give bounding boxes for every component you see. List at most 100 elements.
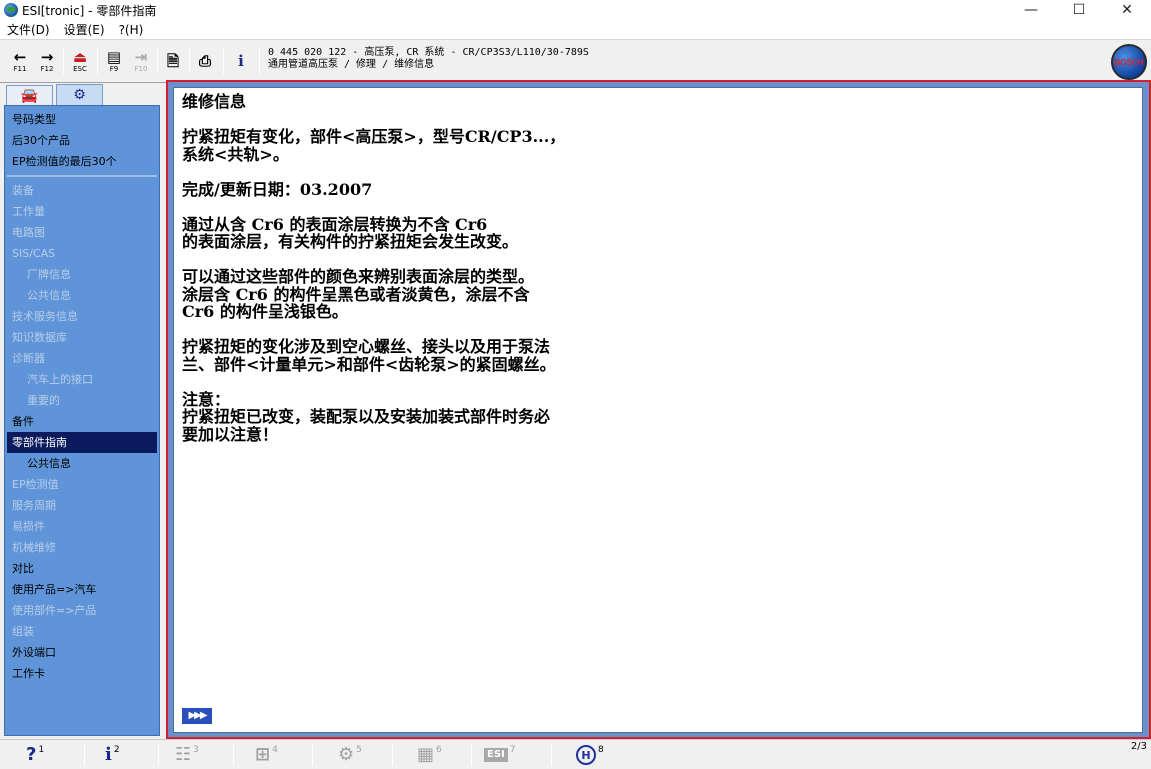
split-view-button[interactable]: ⇥ F10 — [131, 47, 151, 75]
exit-icon: ⏏ — [72, 47, 88, 66]
exit-button[interactable]: ⏏ ESC — [70, 47, 90, 75]
f3-list-button[interactable]: ☷ 3 — [175, 743, 199, 767]
paragraph: 拧紧扭矩有变化，部件<高压泵>，型号CR/CP3...， 系统<共轨>。 — [182, 127, 566, 164]
funcbar-divider — [471, 744, 472, 766]
breadcrumb: 0 445 020 122 - 高压泵, CR 系统 - CR/CP3S3/L1… — [268, 47, 589, 71]
engine-icon: ⚙ — [73, 87, 86, 103]
book-button[interactable]: ▤ F9 — [104, 47, 124, 75]
sidebar-item-service-interval[interactable]: 服务周期 — [7, 495, 157, 516]
funcbar-divider — [233, 744, 234, 766]
page-indicator: 2/3 — [1130, 741, 1147, 752]
engine-tool-icon: ⚙ — [338, 744, 355, 765]
sheet-icon: ▦ — [417, 744, 435, 765]
sidebar-divider — [7, 175, 157, 177]
f4-diagram-button[interactable]: ⊞ 4 — [255, 743, 278, 767]
breadcrumb-product: 0 445 020 122 - 高压泵, CR 系统 - CR/CP3S3/L1… — [268, 47, 589, 58]
f8-bosch-button[interactable]: H 8 — [576, 743, 604, 767]
sidebar-item-number-type[interactable]: 号码类型 — [7, 109, 157, 130]
f2-info-button[interactable]: i 2 — [105, 743, 120, 767]
content-frame: 维修信息 拧紧扭矩有变化，部件<高压泵>，型号CR/CP3...， 系统<共轨>… — [166, 80, 1151, 739]
sidebar-item-equipment[interactable]: 装备 — [7, 180, 157, 201]
info-icon: i — [105, 744, 112, 765]
sidebar-item-diagnostics[interactable]: 诊断器 — [7, 348, 157, 369]
sidebar-item-vehicle-interface[interactable]: 汽车上的接口 — [7, 369, 157, 390]
sidebar-item-part-to-product[interactable]: 使用部件=>产品 — [7, 600, 157, 621]
print-button[interactable]: ⎙ — [195, 47, 215, 75]
sidebar-item-assembly[interactable]: 组装 — [7, 621, 157, 642]
sidebar-item-public-info[interactable]: 公共信息 — [7, 285, 157, 306]
logo-text: BOSCH — [1114, 57, 1144, 67]
sidebar-item-public-info-sub[interactable]: 公共信息 — [7, 453, 157, 474]
sidebar-item-ep-values[interactable]: EP检测值 — [7, 474, 157, 495]
sidebar-item-last-30-products[interactable]: 后30个产品 — [7, 130, 157, 151]
next-page-icon[interactable]: ▶▶▶ — [182, 708, 212, 724]
bosch-icon: H — [576, 745, 596, 765]
sidebar-tabs: 🚘 ⚙ — [4, 84, 160, 105]
menu-help[interactable]: ?(H) — [112, 23, 151, 37]
f1-help-button[interactable]: ? 1 — [26, 743, 44, 767]
document-icon: 🗎 — [166, 51, 180, 70]
document-button[interactable]: 🗎 — [163, 47, 183, 75]
sidebar-item-knowledge-base[interactable]: 知识数据库 — [7, 327, 157, 348]
breadcrumb-path: 通用管道高压泵 / 修理 / 维修信息 — [268, 59, 435, 70]
sidebar-item-component-guide[interactable]: 零部件指南 — [7, 432, 157, 453]
sidebar-item-mechanical-repair[interactable]: 机械维修 — [7, 537, 157, 558]
sidebar: 号码类型 后30个产品 EP检测值的最后30个 装备 工作量 电路图 SIS/C… — [4, 105, 160, 736]
sidebar-item-sis-cas[interactable]: SIS/CAS — [7, 243, 157, 264]
document-view[interactable]: 维修信息 拧紧扭矩有变化，部件<高压泵>，型号CR/CP3...， 系统<共轨>… — [173, 87, 1143, 733]
sidebar-item-compare[interactable]: 对比 — [7, 558, 157, 579]
sidebar-item-tech-service-info[interactable]: 技术服务信息 — [7, 306, 157, 327]
toolbar-divider — [259, 48, 260, 74]
forward-arrow-icon: → — [40, 47, 54, 66]
app-window: ESI[tronic] - 零部件指南 — ☐ ✕ 文件(D) 设置(E) ?(… — [0, 0, 1151, 769]
menu-bar: 文件(D) 设置(E) ?(H) — [0, 20, 1151, 40]
book-icon: ▤ — [106, 47, 122, 66]
list-icon: ☷ — [175, 744, 192, 765]
esi-icon: ESI — [484, 748, 508, 762]
tab-vehicle[interactable]: 🚘 — [6, 85, 53, 105]
sidebar-item-workload[interactable]: 工作量 — [7, 201, 157, 222]
tab-component[interactable]: ⚙ — [56, 84, 103, 105]
sidebar-item-spare-parts[interactable]: 备件 — [7, 411, 157, 432]
minimize-button[interactable]: — — [1007, 0, 1055, 20]
paragraph: 通过从含 Cr6 的表面涂层转换为不含 Cr6 的表面涂层，有关构件的拧紧扭矩会… — [182, 214, 519, 251]
bosch-logo: BOSCH — [1111, 44, 1147, 80]
car-icon: 🚘 — [20, 87, 39, 104]
paragraph: 注意： 拧紧扭矩已改变，装配泵以及安装加装式部件时务必 要加以注意！ — [182, 389, 551, 444]
function-bar: ? 1 i 2 ☷ 3 ⊞ 4 ⚙ 5 ▦ 6 ESI 7 H 8 2/3 — [0, 739, 1151, 769]
sidebar-item-work-card[interactable]: 工作卡 — [7, 663, 157, 684]
f7-esi-button[interactable]: ESI 7 — [484, 743, 516, 767]
diagram-icon: ⊞ — [255, 744, 271, 765]
split-view-icon: ⇥ — [134, 47, 148, 66]
funcbar-divider — [312, 744, 313, 766]
f5-engine-button[interactable]: ⚙ 5 — [338, 743, 362, 767]
back-button[interactable]: ← F11 — [10, 47, 30, 75]
sidebar-item-brand-info[interactable]: 厂牌信息 — [7, 264, 157, 285]
window-title: ESI[tronic] - 零部件指南 — [22, 3, 157, 18]
f6-sheet-button[interactable]: ▦ 6 — [417, 743, 442, 767]
info-button[interactable]: i — [231, 47, 251, 75]
sidebar-item-wear-parts[interactable]: 易损件 — [7, 516, 157, 537]
sidebar-item-product-to-vehicle[interactable]: 使用产品=>汽车 — [7, 579, 157, 600]
sidebar-item-peripheral-port[interactable]: 外设端口 — [7, 642, 157, 663]
title-bar: ESI[tronic] - 零部件指南 — ☐ ✕ — [0, 0, 1151, 20]
menu-file[interactable]: 文件(D) — [0, 21, 57, 38]
toolbar-divider — [97, 48, 98, 74]
menu-settings[interactable]: 设置(E) — [57, 21, 112, 38]
info-icon: i — [238, 51, 244, 70]
sidebar-item-last-30-ep-values[interactable]: EP检测值的最后30个 — [7, 151, 157, 172]
forward-button[interactable]: → F12 — [37, 47, 57, 75]
funcbar-divider — [392, 744, 393, 766]
globe-icon — [4, 3, 18, 17]
maximize-button[interactable]: ☐ — [1055, 0, 1103, 20]
sidebar-item-important[interactable]: 重要的 — [7, 390, 157, 411]
toolbar-divider — [157, 48, 158, 74]
help-icon: ? — [26, 744, 37, 765]
back-arrow-icon: ← — [13, 47, 27, 66]
printer-icon: ⎙ — [198, 51, 211, 70]
close-button[interactable]: ✕ — [1103, 0, 1151, 20]
toolbar-divider — [63, 48, 64, 74]
paragraph: 可以通过这些部件的颜色来辨别表面涂层的类型。 涂层含 Cr6 的构件呈黑色或者淡… — [182, 267, 535, 321]
document-body: 维修信息 拧紧扭矩有变化，部件<高压泵>，型号CR/CP3...， 系统<共轨>… — [182, 93, 882, 461]
sidebar-item-circuit-diagram[interactable]: 电路图 — [7, 222, 157, 243]
